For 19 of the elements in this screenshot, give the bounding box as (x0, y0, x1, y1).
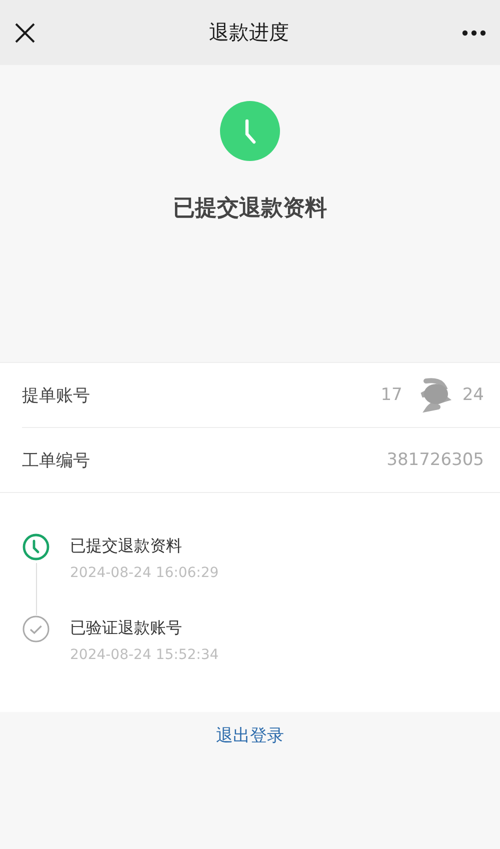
more-button[interactable] (462, 30, 486, 36)
step-time: 2024-08-24 15:52:34 (70, 647, 219, 663)
step-title: 已提交退款资料 (70, 536, 183, 557)
close-button[interactable] (14, 22, 36, 44)
more-icon (462, 30, 486, 36)
page-title: 退款进度 (209, 19, 289, 46)
row-value: 381726305 (386, 450, 484, 470)
clock-icon (22, 533, 50, 561)
step-time: 2024-08-24 16:06:29 (70, 565, 219, 581)
check-circle-icon (22, 615, 50, 643)
status-title: 已提交退款资料 (173, 194, 327, 223)
step-title: 已验证退款账号 (70, 618, 183, 639)
logout-link[interactable]: 退出登录 (216, 724, 284, 747)
row-value: 24 (462, 385, 484, 405)
row-label: 提单账号 (22, 384, 90, 406)
row-value: 17 (380, 385, 402, 405)
close-icon (14, 22, 36, 44)
clock-icon (220, 101, 280, 161)
row-label: 工单编号 (22, 450, 90, 472)
